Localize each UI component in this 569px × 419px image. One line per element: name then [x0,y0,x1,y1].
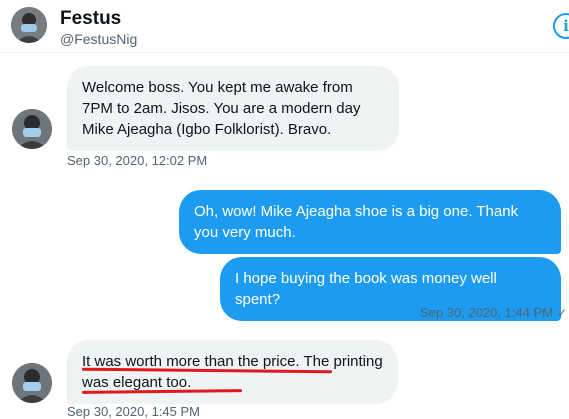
message-bubble[interactable]: Oh, wow! Mike Ajeagha shoe is a big one.… [179,190,561,254]
message-timestamp: Sep 30, 2020, 12:02 PM [67,153,208,168]
avatar[interactable] [12,109,52,149]
contact-name[interactable]: Festus [60,8,121,30]
message-text: I hope buying the book was money well sp… [235,270,497,308]
conversation-header: Festus @FestusNig i [0,0,569,52]
message-timestamp: Sep 30, 2020, 1:45 PM [67,404,200,419]
message-timestamp: Sep 30, 2020, 1:44 PM ✓ [420,305,567,320]
avatar[interactable] [12,363,52,403]
message-bubble[interactable]: Welcome boss. You kept me awake from 7PM… [67,66,399,151]
check-icon: ✓ [556,306,568,320]
timestamp-text: Sep 30, 2020, 1:44 PM [420,305,553,320]
message-text: Welcome boss. You kept me awake from 7PM… [82,79,361,138]
contact-handle[interactable]: @FestusNig [60,31,137,47]
info-icon[interactable]: i [553,13,569,39]
avatar[interactable] [11,7,47,43]
message-text: Oh, wow! Mike Ajeagha shoe is a big one.… [194,203,519,241]
header-divider [0,52,569,53]
